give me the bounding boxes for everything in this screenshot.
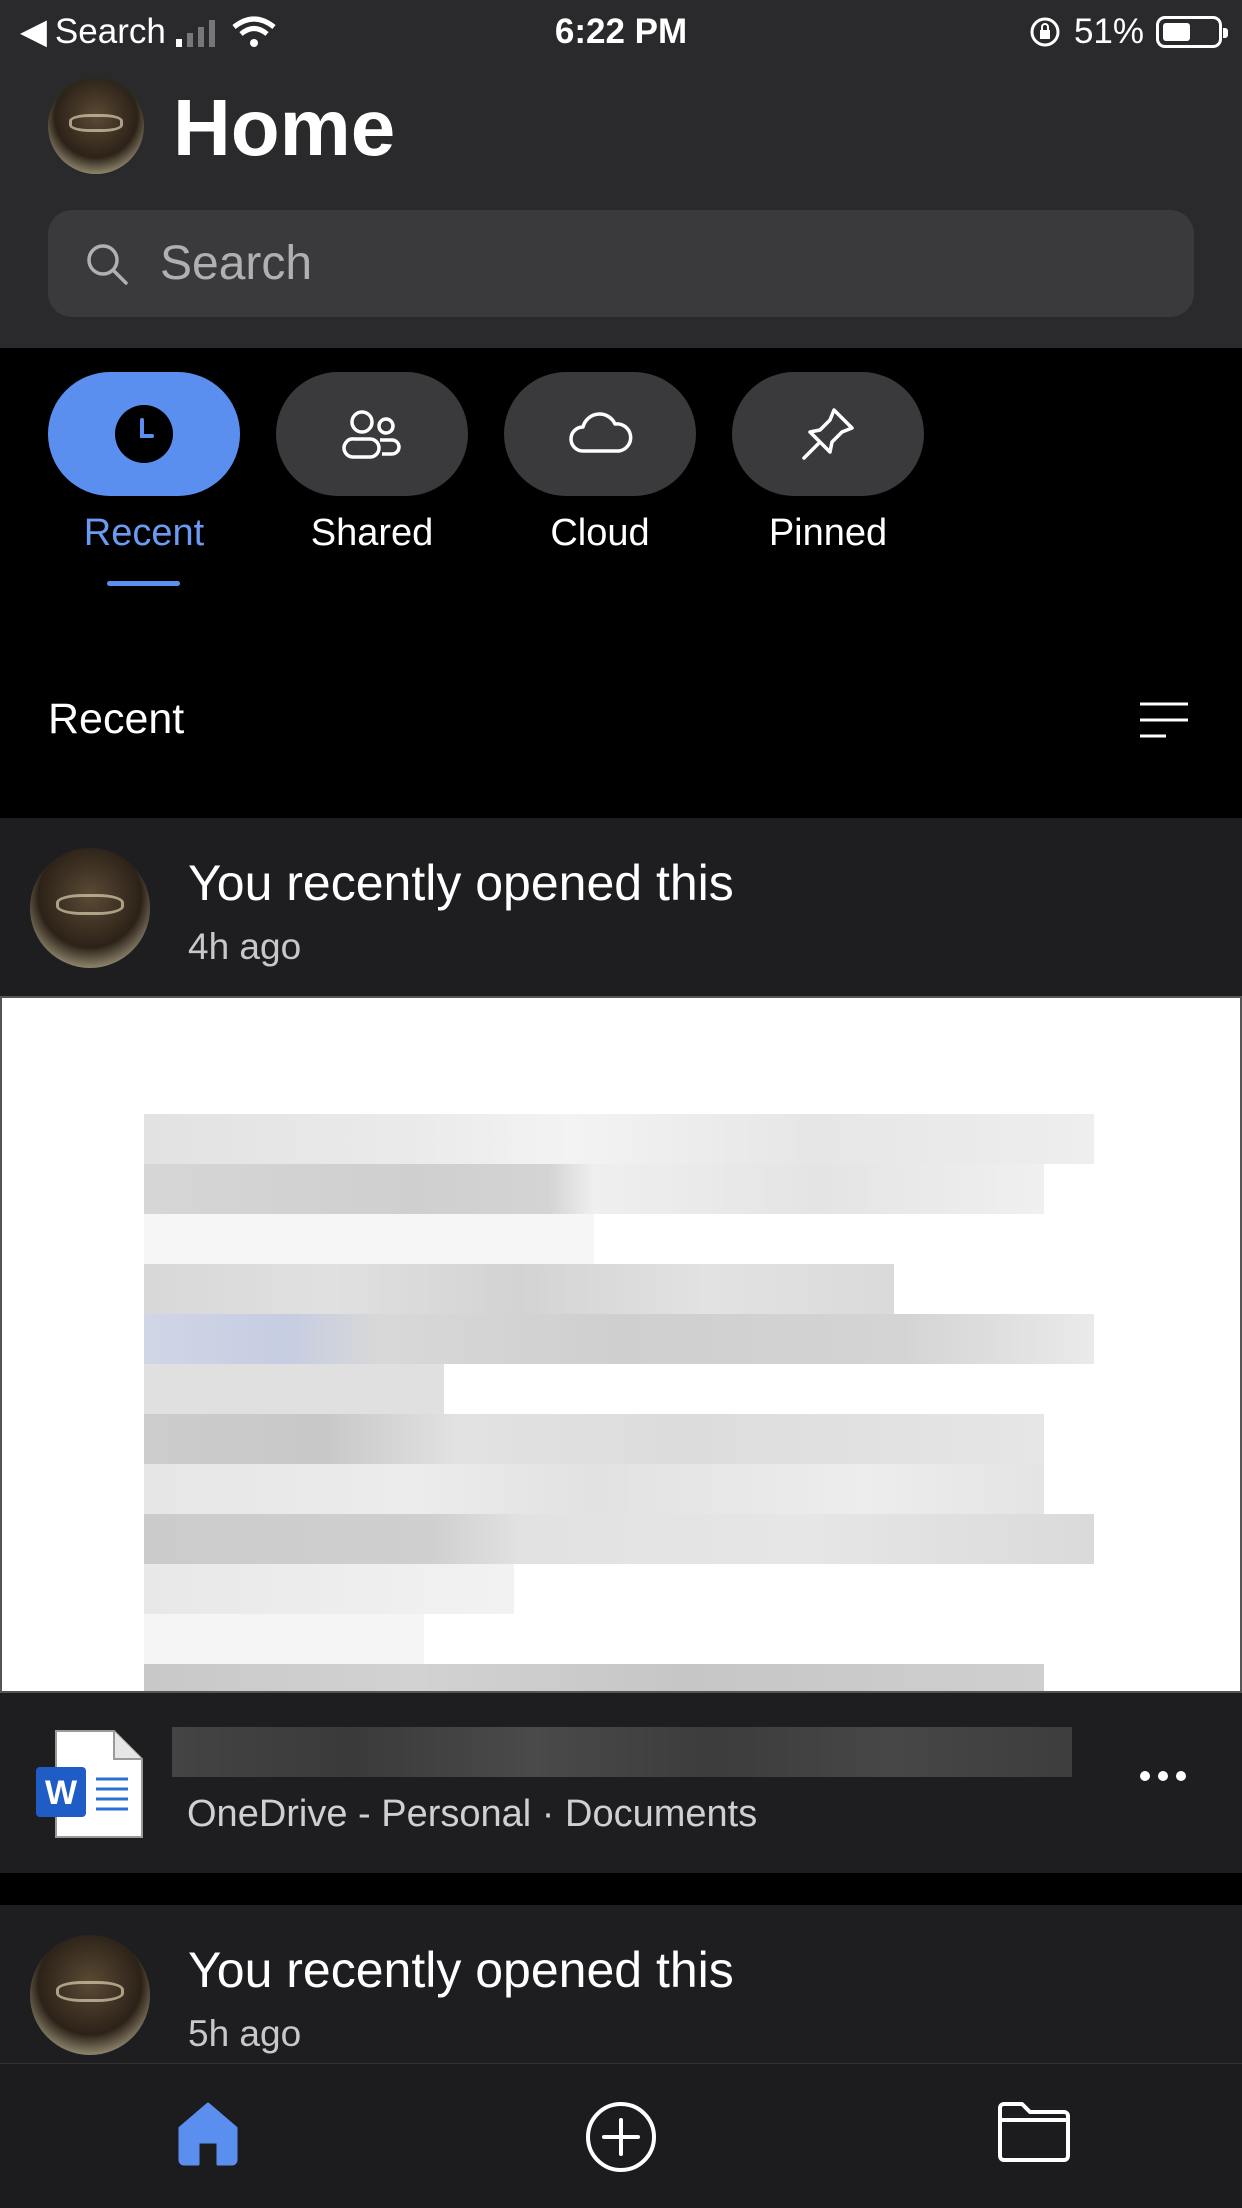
activity-avatar — [30, 1935, 150, 2055]
add-circle-icon[interactable] — [584, 2100, 658, 2174]
active-filter-indicator — [107, 581, 180, 586]
section-title: Recent — [48, 695, 185, 743]
activity-message: You recently opened this — [188, 855, 734, 911]
svg-text:W: W — [45, 1774, 78, 1812]
activity-header: You recently opened this 5h ago — [0, 1905, 1242, 2083]
people-icon — [342, 410, 401, 459]
filter-shared-label: Shared — [310, 512, 434, 554]
filter-recent-label: Recent — [83, 512, 205, 554]
search-bar[interactable] — [48, 210, 1194, 317]
profile-avatar[interactable] — [48, 78, 144, 174]
folder-icon[interactable] — [996, 2100, 1072, 2164]
cloud-icon — [569, 412, 633, 453]
filter-shared[interactable]: Shared — [276, 372, 468, 602]
filter-pinned-label: Pinned — [768, 512, 888, 554]
orientation-lock-icon — [1030, 17, 1060, 47]
filter-pinned[interactable]: Pinned — [732, 372, 924, 602]
search-icon — [87, 243, 128, 285]
more-options-icon[interactable] — [1138, 1769, 1188, 1783]
clock-icon — [115, 405, 173, 463]
document-preview[interactable] — [0, 996, 1242, 1693]
activity-avatar — [30, 848, 150, 968]
file-location: OneDrive - Personal · Documents — [187, 1793, 758, 1835]
sort-icon[interactable] — [1138, 700, 1190, 740]
home-icon[interactable] — [174, 2100, 242, 2168]
filter-pills: Recent Shared Cloud Pinned — [0, 348, 1242, 588]
file-name-redacted — [172, 1727, 1072, 1777]
filter-recent[interactable]: Recent — [48, 372, 240, 602]
battery-icon — [1156, 16, 1228, 48]
card-separator — [0, 1873, 1242, 1905]
pin-icon — [802, 408, 854, 460]
activity-message: You recently opened this — [188, 1942, 734, 1998]
search-input[interactable] — [160, 236, 1060, 291]
battery-percent: 51% — [1073, 12, 1144, 51]
status-right: 51% — [1028, 12, 1228, 52]
word-document-icon: W — [36, 1730, 143, 1838]
tab-bar — [0, 2063, 1242, 2208]
header-area: ◀ Search 6:22 PM 51% Home Search — [0, 0, 1242, 348]
status-bar: ◀ Search 6:22 PM 51% — [0, 0, 1242, 62]
filter-cloud[interactable]: Cloud — [504, 372, 696, 602]
activity-header: You recently opened this 4h ago — [0, 818, 1242, 996]
file-row[interactable]: W OneDrive - Personal · Documents — [0, 1693, 1242, 1873]
activity-time: 4h ago — [188, 926, 302, 967]
activity-time: 5h ago — [188, 2013, 302, 2054]
page-title: Home — [173, 83, 396, 172]
filter-cloud-label: Cloud — [550, 512, 650, 554]
